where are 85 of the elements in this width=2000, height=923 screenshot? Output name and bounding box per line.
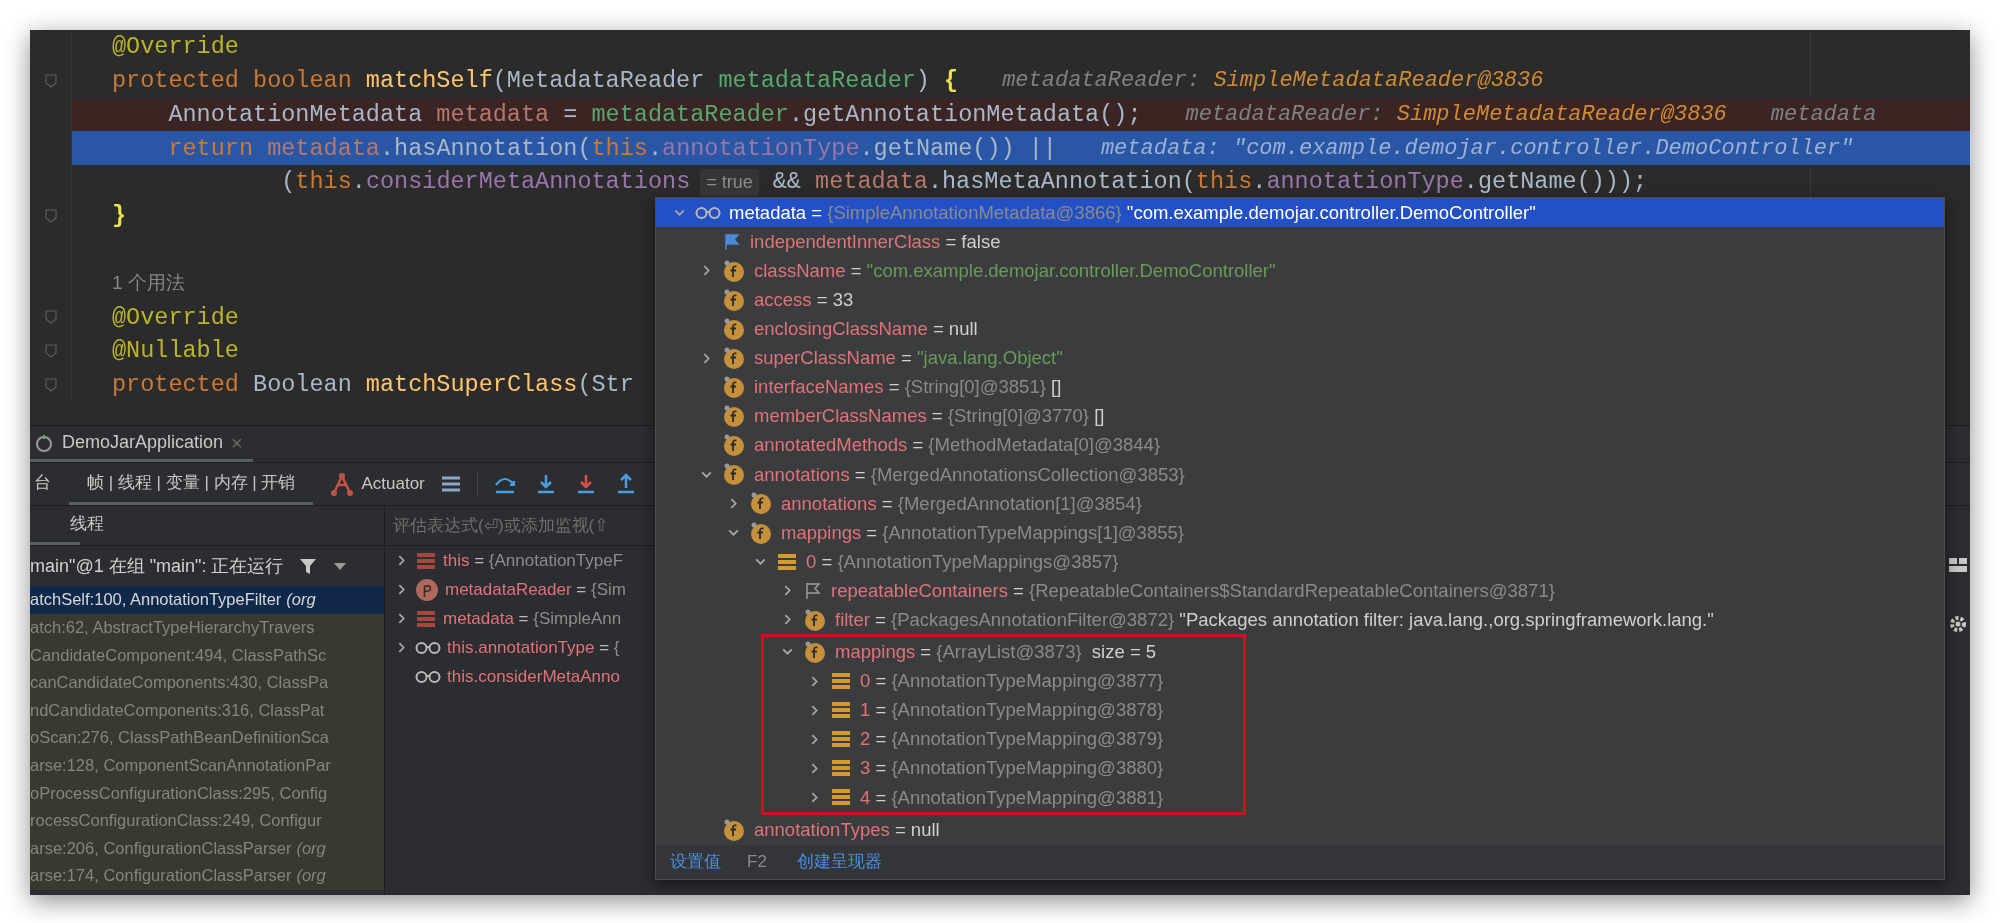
field-icon (722, 375, 746, 400)
glasses-icon (415, 639, 441, 656)
actuator-tab[interactable]: Actuator (323, 470, 431, 498)
layout-icon[interactable] (1947, 556, 1968, 574)
code-text: @Override (112, 302, 239, 333)
inlay-hint: metadata (1770, 101, 1877, 129)
tree-row[interactable]: superClassName = "java.lang.Object" (656, 343, 1944, 373)
list-icon (830, 671, 852, 692)
code-text: return metadata.hasAnnotation(this.annotationType.getName()) || (167, 133, 1057, 164)
run-tab[interactable]: DemoJarApplication × (30, 426, 253, 462)
code-text: @Override (112, 32, 239, 63)
field-icon (722, 433, 746, 458)
field-icon (803, 607, 827, 632)
dropdown-caret-icon[interactable] (331, 561, 348, 571)
view-tab[interactable]: 帧 | 线程 | 变量 | 内存 | 开销 (69, 463, 314, 505)
field-icon (722, 462, 746, 487)
list-icon (830, 729, 852, 750)
tree-row[interactable]: annotations = {MergedAnnotationsCollection@3853} (656, 459, 1944, 489)
code-text: && metadata.hasMetaAnnotation(this.annotationType.getName())); (772, 167, 1648, 198)
code-text: @Nullable (112, 336, 239, 367)
list-icon (776, 551, 798, 572)
tree-row[interactable]: metadata = {SimpleAnnotationMetadata@3866} "com.example.demojar.controller.DemoController" (656, 198, 1944, 228)
tree-row[interactable]: annotatedMethods = {MethodMetadata[0]@3844} (656, 430, 1944, 460)
tree-row[interactable]: repeatableContainers = {RepeatableContainers$StandardRepeatableContainers@3871} (656, 576, 1944, 606)
code-text: } (112, 201, 127, 232)
flag-icon (722, 231, 742, 252)
variable-entry[interactable]: this.annotationType = { (447, 634, 620, 661)
field-icon (722, 287, 746, 312)
parameter-icon (415, 577, 439, 602)
list-icon (415, 550, 437, 571)
tree-row[interactable]: 0 = {AnnotationTypeMappings@3857} (656, 547, 1944, 577)
inlay-hint: metadataReader: SimpleMetadataReader@3836 (1185, 101, 1727, 129)
tree-row[interactable]: className = "com.example.demojar.controller.DemoController" (656, 256, 1944, 286)
nodes-icon (329, 471, 356, 497)
tree-row[interactable]: 4 = {AnnotationTypeMapping@3881} (764, 782, 1174, 812)
app-icon (34, 432, 54, 453)
stack-frame[interactable]: atchSelf:100, AnnotationTypeFilter (org (30, 586, 384, 614)
variable-entry[interactable]: this.considerMetaAnno (447, 663, 620, 690)
code-text: protected Boolean matchSuperClass(Str (112, 370, 634, 401)
tree-row[interactable]: access = 33 (656, 285, 1944, 315)
field-icon (722, 404, 746, 429)
field-icon (803, 639, 827, 664)
glasses-icon (415, 668, 441, 685)
glasses-icon (695, 204, 721, 221)
tree-row[interactable]: annotationTypes = null (656, 814, 1944, 845)
variable-entry[interactable]: metadataReader = {Sim (445, 576, 626, 603)
field-icon (749, 520, 773, 545)
code-text: (this.considerMetaAnnotations (280, 167, 691, 198)
popup-action[interactable]: 创建呈现器 (796, 849, 882, 875)
tree-row[interactable]: independentInnerClass = false (656, 227, 1944, 257)
tree-row[interactable]: memberClassNames = {String[0]@3770} [] (656, 401, 1944, 431)
field-icon (749, 491, 773, 516)
field-icon (722, 346, 746, 370)
tree-row[interactable]: mappings = {AnnotationTypeMappings[1]@3855} (656, 518, 1944, 548)
tree-row[interactable]: mappings = {ArrayList@3873} size = 5 (764, 637, 1174, 667)
tree-row[interactable]: 3 = {AnnotationTypeMapping@3880} (764, 753, 1174, 783)
field-icon (722, 817, 746, 842)
list-icon (415, 608, 437, 629)
tree-row[interactable]: interfaceNames = {String[0]@3851} [] (656, 372, 1944, 402)
list-icon (830, 700, 852, 721)
variable-entry[interactable]: this = {AnnotationTypeF (443, 547, 624, 574)
threads-tab[interactable]: 线程 (30, 506, 110, 545)
inlay-hint: metadata: "com.example.demojar.controller.DemoController" (1100, 134, 1854, 163)
variable-entry[interactable]: metadata = {SimpleAnn (443, 605, 622, 632)
view-tab[interactable]: 台 (30, 463, 69, 505)
usage-hint[interactable]: 1 个用法 (112, 269, 185, 298)
list-icon (830, 758, 852, 779)
settings-icon[interactable] (1947, 614, 1968, 634)
flag-icon (803, 580, 823, 601)
field-icon (722, 316, 746, 341)
inlay-value: = true (700, 168, 759, 196)
tree-row[interactable]: filter = {PackagesAnnotationFilter@3872} "Packages annotation filter: java.lang.,org.springframework.lang." (656, 605, 1944, 635)
filter-icon[interactable] (297, 556, 318, 576)
code-text: AnnotationMetadata metadata = metadataReader.getAnnotationMetadata(); (167, 99, 1142, 130)
tree-row[interactable]: enclosingClassName = null (656, 314, 1944, 344)
field-icon (722, 258, 746, 283)
tree-row[interactable]: 2 = {AnnotationTypeMapping@3879} (764, 724, 1174, 754)
list-icon (830, 787, 852, 808)
thread-selector[interactable]: main"@1 在组 "main": 正在运行 (30, 552, 284, 580)
code-text: protected boolean matchSelf(MetadataReader metadataReader) { (112, 66, 959, 97)
tree-row[interactable]: 1 = {AnnotationTypeMapping@3878} (764, 695, 1174, 725)
tree-row[interactable]: 0 = {AnnotationTypeMapping@3877} (764, 666, 1174, 696)
inlay-hint: metadataReader: SimpleMetadataReader@3836 (1002, 67, 1544, 96)
popup-action[interactable]: 设置值 F2 (670, 849, 767, 875)
tree-row[interactable]: annotations = {MergedAnnotation[1]@3854} (656, 488, 1944, 519)
